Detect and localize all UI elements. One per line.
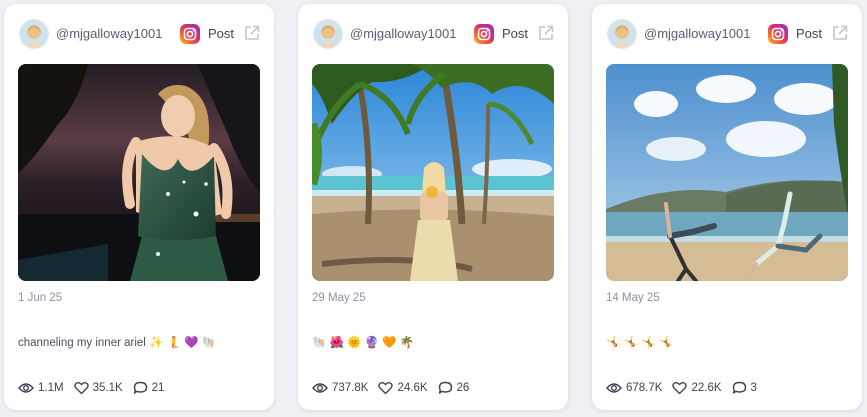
post-type-label: Post xyxy=(796,26,823,41)
post-date: 14 May 25 xyxy=(606,292,660,304)
likes-stat: 35.1K xyxy=(73,381,123,395)
external-link-icon[interactable] xyxy=(537,24,555,42)
views-stat: 678.7K xyxy=(606,381,662,395)
post-stats: 678.7K 22.6K 3 xyxy=(606,379,767,397)
comment-icon xyxy=(732,381,746,394)
account-handle[interactable]: @mjgalloway1001 xyxy=(350,26,456,41)
post-image[interactable] xyxy=(312,64,554,281)
post-date: 29 May 25 xyxy=(312,292,366,304)
post-image[interactable] xyxy=(18,64,260,281)
external-link-icon[interactable] xyxy=(243,24,261,42)
likes-count: 24.6K xyxy=(397,382,428,394)
heart-icon xyxy=(672,382,688,395)
likes-count: 35.1K xyxy=(92,382,123,394)
account-handle[interactable]: @mjgalloway1001 xyxy=(56,26,162,41)
post-caption: 🐚 🌺 🌞 🔮 🧡 🌴 xyxy=(312,337,414,349)
post-card[interactable]: @mjgalloway1001 Post xyxy=(592,4,862,410)
comments-stat: 21 xyxy=(133,381,165,395)
likes-stat: 24.6K xyxy=(378,381,428,395)
post-type-label: Post xyxy=(208,26,235,41)
comments-stat: 3 xyxy=(732,381,757,395)
card-header: @mjgalloway1001 Post xyxy=(592,4,862,60)
views-stat: 1.1M xyxy=(18,381,64,395)
post-image[interactable] xyxy=(606,64,848,281)
views-stat: 737.8K xyxy=(312,381,368,395)
eye-icon xyxy=(312,383,328,393)
comments-count: 3 xyxy=(750,382,757,394)
post-caption: channeling my inner ariel ✨ 🧜 💜 🐚 xyxy=(18,337,216,349)
post-type-label: Post xyxy=(502,26,529,41)
heart-icon xyxy=(378,382,394,395)
avatar[interactable] xyxy=(608,20,636,48)
card-header: @mjgalloway1001 Post xyxy=(4,4,274,60)
instagram-icon xyxy=(474,24,494,44)
instagram-icon xyxy=(768,24,788,44)
comment-icon xyxy=(438,381,452,394)
avatar[interactable] xyxy=(314,20,342,48)
eye-icon xyxy=(18,383,34,393)
eye-icon xyxy=(606,383,622,393)
post-date: 1 Jun 25 xyxy=(18,292,63,304)
heart-icon xyxy=(73,382,89,395)
comment-icon xyxy=(133,381,147,394)
likes-stat: 22.6K xyxy=(672,381,722,395)
comments-count: 21 xyxy=(151,382,165,394)
card-header: @mjgalloway1001 Post xyxy=(298,4,568,60)
post-caption: 🤸 🤸 🤸 🤸 xyxy=(606,337,673,349)
likes-count: 22.6K xyxy=(691,382,722,394)
post-card[interactable]: @mjgalloway1001 Post xyxy=(298,4,568,410)
avatar[interactable] xyxy=(20,20,48,48)
instagram-icon xyxy=(180,24,200,44)
post-stats: 737.8K 24.6K 26 xyxy=(312,379,479,397)
post-stats: 1.1M 35.1K 21 xyxy=(18,379,174,397)
views-count: 1.1M xyxy=(38,382,64,394)
external-link-icon[interactable] xyxy=(831,24,849,42)
comments-count: 26 xyxy=(456,382,470,394)
views-count: 678.7K xyxy=(626,382,663,394)
views-count: 737.8K xyxy=(332,382,369,394)
account-handle[interactable]: @mjgalloway1001 xyxy=(644,26,750,41)
comments-stat: 26 xyxy=(438,381,470,395)
post-card[interactable]: @mjgalloway1001 Post xyxy=(4,4,274,410)
